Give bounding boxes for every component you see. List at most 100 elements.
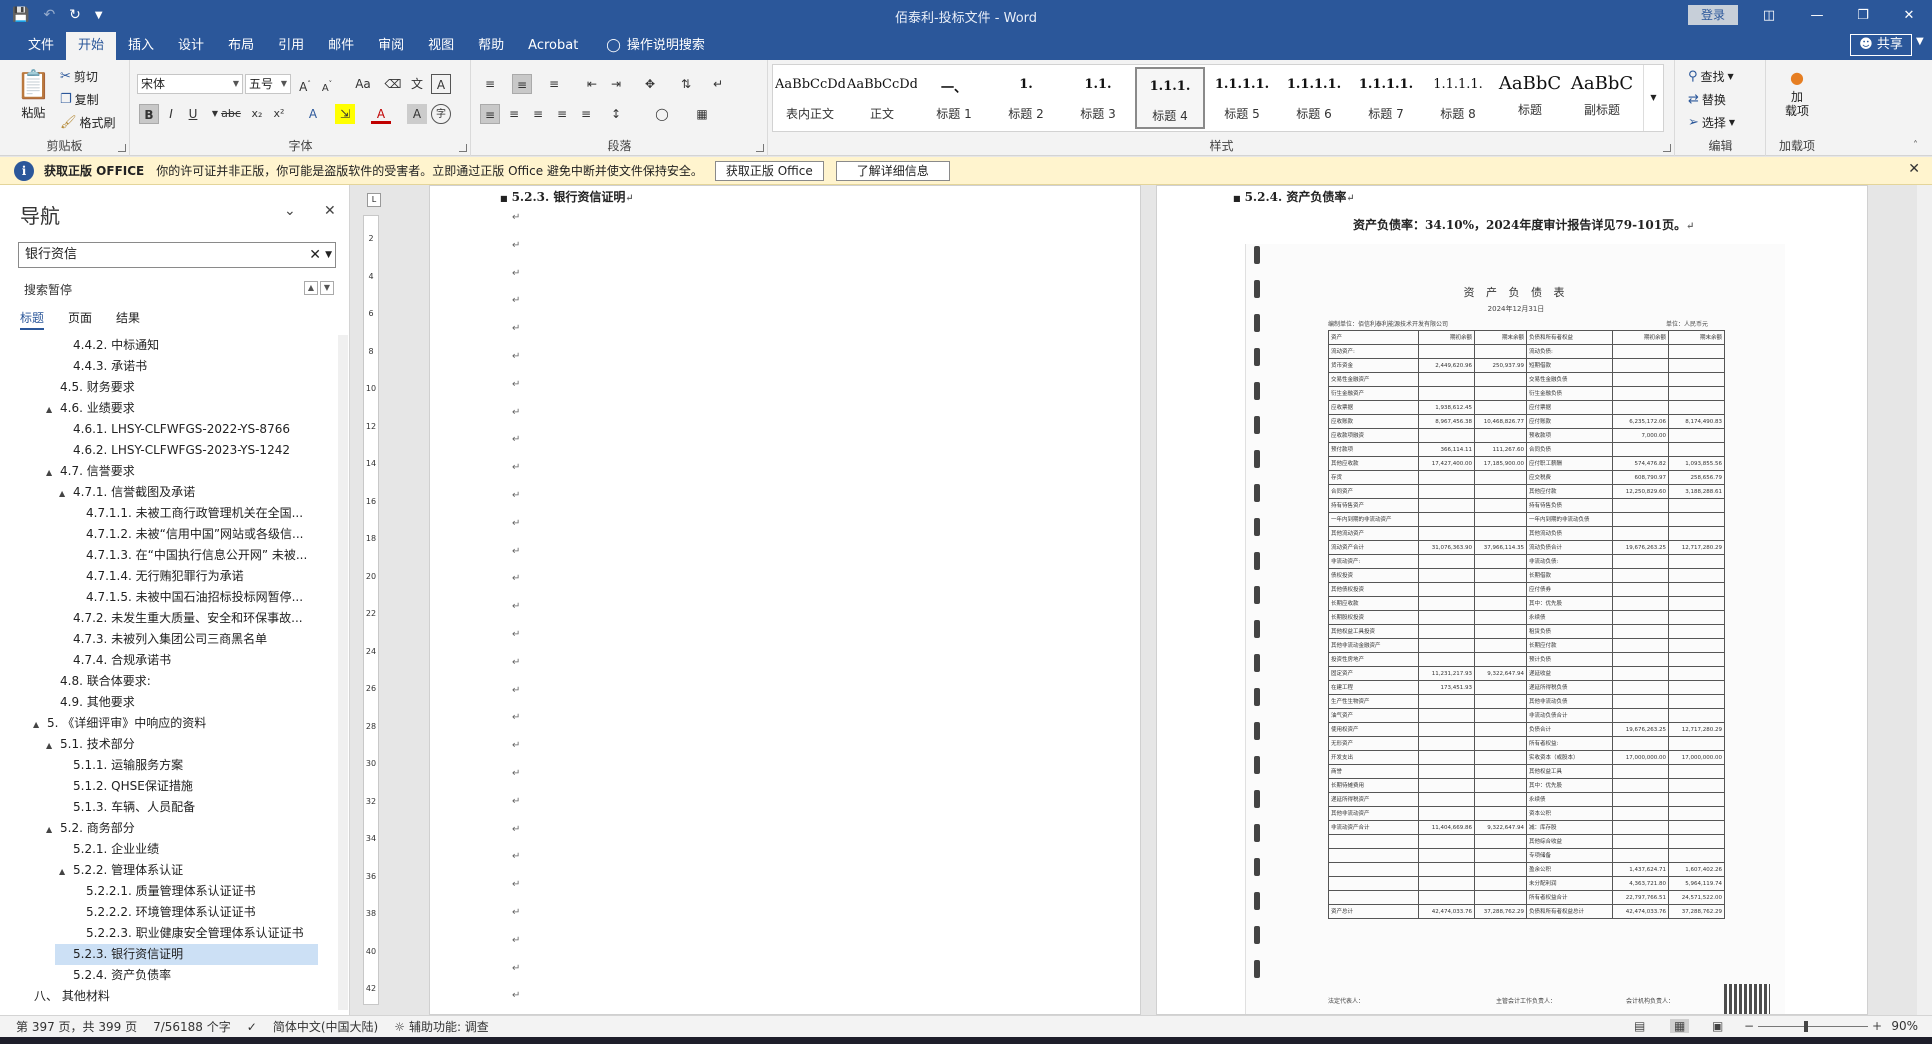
collapse-caret-icon[interactable]: ▲ (46, 735, 60, 755)
nav-heading-item[interactable]: 4.7.1.4. 无行贿犯罪行为承诺 (68, 566, 326, 587)
nav-heading-item[interactable]: 4.7.1.2. 未被“信用中国”网站或各级信... (68, 524, 326, 545)
collapse-ribbon-icon[interactable]: ˄ (1913, 140, 1918, 151)
style-heading-6[interactable]: 1.1.1.1. 标题 6 (1279, 67, 1349, 129)
bullets-icon[interactable]: ≡ (480, 74, 500, 94)
nav-heading-item[interactable]: 4.7.1.1. 未被工商行政管理机关在全国... (68, 503, 326, 524)
phonetic-guide-icon[interactable]: 文 (407, 74, 427, 94)
subscript-icon[interactable]: x₂ (247, 104, 267, 124)
print-layout-icon[interactable]: ▦ (1670, 1019, 1690, 1033)
nav-heading-item[interactable]: 5.2.2.1. 质量管理体系认证证书 (68, 881, 326, 902)
nav-heading-item[interactable]: 4.7.2. 未发生重大质量、安全和环保事故... (55, 608, 326, 629)
line-spacing-icon[interactable]: ↕ (606, 104, 626, 124)
nav-heading-item[interactable]: 4.9. 其他要求 (42, 692, 326, 713)
text-effects-icon[interactable]: A (303, 104, 323, 124)
format-painter-button[interactable]: 🖌 格式刷 (60, 114, 116, 131)
nav-heading-item[interactable]: 5.1.2. QHSE保证措施 (55, 776, 326, 797)
nav-heading-item[interactable]: ▲ 4.7.1. 信誉截图及承诺 (55, 482, 326, 503)
shading-icon[interactable]: ◯ (652, 104, 672, 124)
word-count[interactable]: 7/56188 个字 (153, 1018, 231, 1035)
nav-heading-item[interactable]: 4.8. 联合体要求: (42, 671, 326, 692)
numbering-icon[interactable]: ≡ (512, 74, 532, 94)
web-layout-icon[interactable]: ▣ (1712, 1019, 1723, 1033)
strikethrough-icon[interactable]: abc (221, 104, 241, 124)
character-shading-icon[interactable]: A (407, 104, 427, 124)
style-heading-8[interactable]: 1.1.1.1. 标题 8 (1423, 67, 1493, 129)
nav-heading-item[interactable]: 4.7.1.3. 在“中国执行信息公开网” 未被... (68, 545, 326, 566)
tell-me-search[interactable]: ◯ 操作说明搜索 (590, 32, 705, 60)
italic-icon[interactable]: I (161, 104, 181, 124)
tab-help[interactable]: 帮助 (466, 32, 516, 60)
nav-heading-item[interactable]: 4.7.4. 合规承诺书 (55, 650, 326, 671)
tab-references[interactable]: 引用 (266, 32, 316, 60)
style-subtitle[interactable]: AaBbC 副标题 (1567, 67, 1637, 129)
nav-options-chevron-icon[interactable]: ⌄ (284, 203, 296, 219)
share-button[interactable]: ☻ 共享 (1850, 34, 1912, 56)
zoom-in-icon[interactable]: + (1872, 1019, 1882, 1033)
tab-insert[interactable]: 插入 (116, 32, 166, 60)
nav-close-icon[interactable]: ✕ (324, 203, 336, 219)
share-dropdown-icon[interactable]: ▼ (1916, 36, 1924, 47)
grow-font-button[interactable]: A˄ (295, 74, 315, 94)
align-center-icon[interactable]: ≡ (504, 104, 524, 124)
font-launcher-icon[interactable] (459, 144, 467, 152)
close-icon[interactable]: ✕ (1908, 161, 1920, 177)
style-heading-5[interactable]: 1.1.1.1. 标题 5 (1207, 67, 1277, 129)
enclose-characters-icon[interactable]: 字 (431, 104, 451, 124)
nav-heading-item[interactable]: 4.4.3. 承诺书 (55, 356, 326, 377)
paste-button[interactable]: 📋 粘贴 (16, 68, 51, 121)
borders-icon[interactable]: ▦ (692, 104, 712, 124)
document-vertical-scrollbar[interactable] (1917, 185, 1932, 1015)
styles-launcher-icon[interactable] (1663, 144, 1671, 152)
tab-file[interactable]: 文件 (16, 32, 66, 60)
clipboard-launcher-icon[interactable] (118, 144, 126, 152)
collapse-caret-icon[interactable]: ▲ (46, 399, 60, 419)
cut-button[interactable]: ✂ 剪切 (60, 68, 98, 85)
tab-design[interactable]: 设计 (166, 32, 216, 60)
tab-selector-icon[interactable]: L (367, 193, 381, 207)
search-options-chevron-icon[interactable]: ▼ (325, 243, 332, 267)
nav-heading-item[interactable]: 5.2.2.3. 职业健康安全管理体系认证证书 (68, 923, 326, 944)
nav-heading-item[interactable]: ▲ 4.7. 信誉要求 (42, 461, 326, 482)
close-icon[interactable]: ✕ (1886, 0, 1932, 30)
justify-icon[interactable]: ≡ (552, 104, 572, 124)
nav-heading-item[interactable]: ▲ 5.1. 技术部分 (42, 734, 326, 755)
tab-home[interactable]: 开始 (66, 32, 117, 60)
tab-review[interactable]: 审阅 (366, 32, 416, 60)
zoom-slider[interactable] (1758, 1026, 1868, 1027)
read-mode-icon[interactable]: ▤ (1634, 1019, 1645, 1033)
redo-icon[interactable]: ↻ (69, 7, 81, 23)
clear-formatting-icon[interactable]: ⌫ (383, 74, 403, 94)
nav-heading-item[interactable]: 4.5. 财务要求 (42, 377, 326, 398)
font-size-combo[interactable]: 五号 ▼ (245, 74, 291, 94)
document-page-right[interactable]: ■ 5.2.4. 资产负债率↵ 资产负债率：34.10%，2024年度审计报告详见… (1156, 185, 1868, 1015)
tab-mailings[interactable]: 邮件 (316, 32, 366, 60)
accessibility-icon[interactable]: ☼ (394, 1020, 405, 1034)
minimize-icon[interactable]: — (1794, 0, 1840, 30)
collapse-caret-icon[interactable]: ▲ (46, 462, 60, 482)
align-right-icon[interactable]: ≡ (528, 104, 548, 124)
login-button[interactable]: 登录 (1688, 5, 1738, 25)
collapse-caret-icon[interactable]: ▲ (33, 714, 47, 734)
zoom-out-icon[interactable]: − (1744, 1019, 1754, 1033)
restore-icon[interactable]: ❐ (1840, 0, 1886, 30)
addins-button[interactable]: ● 加 载项 (1775, 68, 1819, 118)
balance-sheet-scan-image[interactable]: 资 产 负 债 表 2024年12月31日 编制单位：佰信利泰利能源技术开发有限… (1245, 244, 1785, 1014)
asian-layout-icon[interactable]: ✥ (640, 74, 660, 94)
decrease-indent-icon[interactable]: ⇤ (582, 74, 602, 94)
nav-heading-item[interactable]: 八、 其他材料 (16, 986, 326, 1007)
nav-heading-item[interactable]: ▲ 5.2.2. 管理体系认证 (55, 860, 326, 881)
nav-heading-item[interactable]: 5.1.3. 车辆、人员配备 (55, 797, 326, 818)
collapse-caret-icon[interactable]: ▲ (59, 861, 73, 881)
zoom-slider-handle[interactable] (1804, 1021, 1808, 1032)
nav-heading-item[interactable]: ▲ 5. 《详细评审》中响应的资料 (29, 713, 326, 734)
style-heading-3[interactable]: 1.1. 标题 3 (1063, 67, 1133, 129)
previous-result-icon[interactable]: ▲ (304, 281, 318, 295)
highlight-icon[interactable]: ⇲ (335, 104, 355, 124)
clear-search-icon[interactable]: ✕ (309, 243, 321, 267)
style-title[interactable]: AaBbC 标题 (1495, 67, 1565, 129)
document-page-left[interactable]: ■ 5.2.3. 银行资信证明↵ ↵ ↵ ↵ ↵ ↵ ↵ ↵ ↵ ↵ ↵ ↵ ↵ ↵ ↵ ↵ ↵ ↵ ↵ ↵ ↵ ↵ ↵ ↵ ↵… (429, 185, 1141, 1029)
nav-scrollbar[interactable] (338, 335, 348, 1010)
style-heading-2[interactable]: 1. 标题 2 (991, 67, 1061, 129)
nav-heading-item[interactable]: ▲ 5.2. 商务部分 (42, 818, 326, 839)
styles-more-icon[interactable]: ▼ (1643, 65, 1663, 131)
